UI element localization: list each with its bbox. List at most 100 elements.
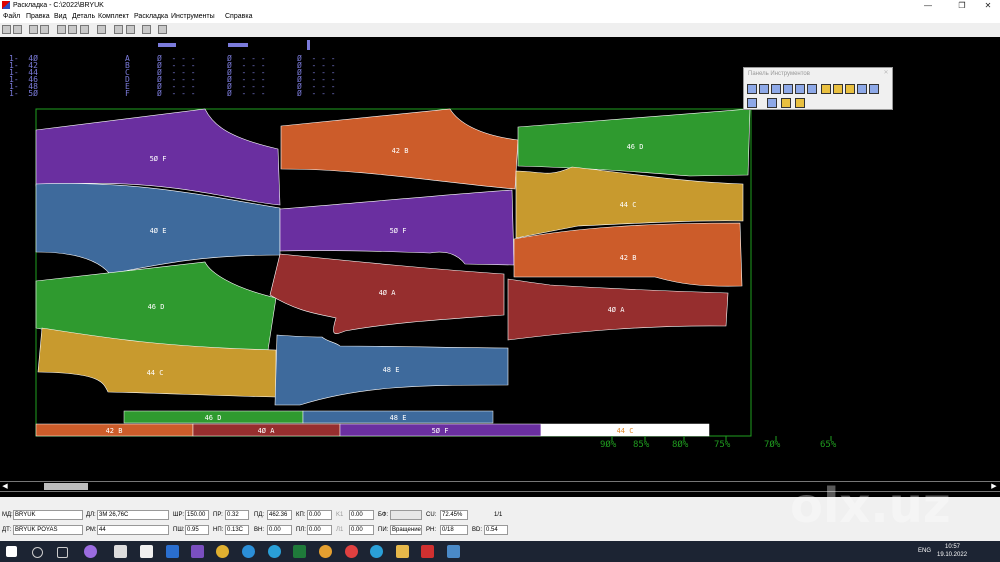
tool-palette[interactable]: Панель Инструментов ✕ xyxy=(743,67,893,110)
vd-field[interactable]: 0.54 xyxy=(484,525,508,535)
browser-icon[interactable] xyxy=(319,545,332,558)
yandex-icon[interactable] xyxy=(140,545,153,558)
piece-icon[interactable] xyxy=(821,84,831,94)
language-indicator[interactable]: ENG xyxy=(918,548,931,555)
clock-time[interactable]: 10:57 xyxy=(945,544,960,551)
telegram-icon[interactable] xyxy=(370,545,383,558)
rotate-left-icon[interactable] xyxy=(747,84,757,94)
page-indicator: 1/1 xyxy=(494,512,503,518)
telegram-icon[interactable] xyxy=(268,545,281,558)
open-icon[interactable] xyxy=(2,25,11,34)
fit-icon[interactable] xyxy=(80,25,89,34)
md-field[interactable]: BRYUK xyxy=(13,510,83,520)
window-icon[interactable] xyxy=(142,25,151,34)
align-icon[interactable] xyxy=(807,84,817,94)
clock-date[interactable]: 19.10.2022 xyxy=(937,552,967,559)
windows-start-icon[interactable] xyxy=(6,546,17,557)
piece-outline-icon[interactable] xyxy=(833,84,843,94)
pl-field[interactable]: 0.00 xyxy=(307,525,332,535)
counter-icon[interactable] xyxy=(781,98,791,108)
pi-label: ПИ: xyxy=(378,527,389,533)
scroll-thumb[interactable] xyxy=(44,483,88,490)
dt-field[interactable]: BRYUK POYAS xyxy=(13,525,83,535)
app-icon[interactable] xyxy=(166,545,179,558)
efficiency-mark: 8Ø% xyxy=(672,440,689,450)
folder-icon[interactable] xyxy=(114,25,123,34)
group-icon[interactable] xyxy=(795,84,805,94)
piece-label: 44 C xyxy=(620,201,637,209)
dl-label: ДЛ: xyxy=(86,512,96,518)
close-button[interactable]: ✕ xyxy=(976,0,1000,11)
zoom-icon[interactable] xyxy=(57,25,66,34)
bf-field[interactable] xyxy=(390,510,422,520)
app-icon[interactable] xyxy=(447,545,460,558)
yandex-browser-icon[interactable] xyxy=(345,545,358,558)
maximize-button[interactable]: ❐ xyxy=(950,0,974,11)
pi-field[interactable]: Вращение 9 xyxy=(390,525,422,535)
flip-icon[interactable] xyxy=(771,84,781,94)
menu-view[interactable]: Вид xyxy=(54,11,67,23)
raskladka-app-icon[interactable] xyxy=(421,545,434,558)
open-folder-icon[interactable] xyxy=(13,25,22,34)
split-icon[interactable] xyxy=(845,84,855,94)
np-field[interactable]: 0.13C xyxy=(225,525,249,535)
strip-label: 48 E xyxy=(390,414,407,422)
pointer-icon[interactable] xyxy=(747,98,757,108)
efficiency-mark: 7Ø% xyxy=(764,440,781,450)
counter-alt-icon[interactable] xyxy=(795,98,805,108)
app-icon[interactable] xyxy=(191,545,204,558)
cu-field[interactable]: 72.45% xyxy=(440,510,468,520)
rn-field[interactable]: 0/18 xyxy=(440,525,468,535)
kp-field[interactable]: 0.00 xyxy=(307,510,332,520)
app-icon[interactable] xyxy=(242,545,255,558)
menu-help[interactable]: Справка xyxy=(225,11,252,23)
move-icon[interactable] xyxy=(767,98,777,108)
assistant-icon[interactable] xyxy=(84,545,97,558)
file-explorer-icon[interactable] xyxy=(396,545,409,558)
rm-field[interactable]: 44 xyxy=(97,525,169,535)
rm-label: РМ: xyxy=(86,527,97,533)
menu-detail[interactable]: Деталь xyxy=(72,11,95,23)
shr-field[interactable]: 150.00 xyxy=(185,510,209,520)
kp-label: КП: xyxy=(296,512,306,518)
md-label: МД: xyxy=(2,512,13,518)
piece-label: 46 D xyxy=(627,143,644,151)
save-all-icon[interactable] xyxy=(40,25,49,34)
pr-field[interactable]: 0.32 xyxy=(225,510,249,520)
taskbar: ENG 10:57 19.10.2022 xyxy=(0,541,1000,562)
piece-label: 46 D xyxy=(148,303,165,311)
close-icon[interactable]: ✕ xyxy=(882,69,890,77)
fit-width-icon[interactable] xyxy=(869,84,879,94)
menu-edit[interactable]: Правка xyxy=(26,11,50,23)
l1-field[interactable]: 0.00 xyxy=(349,525,374,535)
k1-field[interactable]: 0.00 xyxy=(349,510,374,520)
export-icon[interactable] xyxy=(158,25,167,34)
task-view-icon[interactable] xyxy=(57,547,68,558)
scroll-left-icon[interactable]: ◀ xyxy=(0,482,10,491)
scroll-right-icon[interactable]: ▶ xyxy=(989,482,999,491)
pd-field[interactable]: 462.36 xyxy=(267,510,292,520)
chrome-icon[interactable] xyxy=(216,545,229,558)
copy-icon[interactable] xyxy=(126,25,135,34)
search-icon[interactable] xyxy=(32,547,43,558)
vn-label: ВН: xyxy=(254,527,265,533)
menu-set[interactable]: Комплект xyxy=(98,11,129,23)
rotate-right-icon[interactable] xyxy=(759,84,769,94)
psh-field[interactable]: 0.95 xyxy=(185,525,209,535)
menu-layout[interactable]: Раскладка xyxy=(134,11,168,23)
menu-file[interactable]: Файл xyxy=(3,11,20,23)
excel-icon[interactable] xyxy=(293,545,306,558)
frame-icon[interactable] xyxy=(68,25,77,34)
l1-label: Л1 xyxy=(336,527,344,533)
dl-field[interactable]: 3M 26,76C xyxy=(97,510,169,520)
app-icon[interactable] xyxy=(114,545,127,558)
menu-tools[interactable]: Инструменты xyxy=(171,11,215,23)
mirror-icon[interactable] xyxy=(783,84,793,94)
title-bar: Раскладка - C:\2022\BRYUK — ❐ ✕ xyxy=(0,0,1000,11)
resize-icon[interactable] xyxy=(857,84,867,94)
piece-label: 4Ø A xyxy=(608,306,626,314)
vn-field[interactable]: 0.00 xyxy=(267,525,292,535)
minimize-button[interactable]: — xyxy=(916,0,940,11)
save-icon[interactable] xyxy=(29,25,38,34)
print-icon[interactable] xyxy=(97,25,106,34)
